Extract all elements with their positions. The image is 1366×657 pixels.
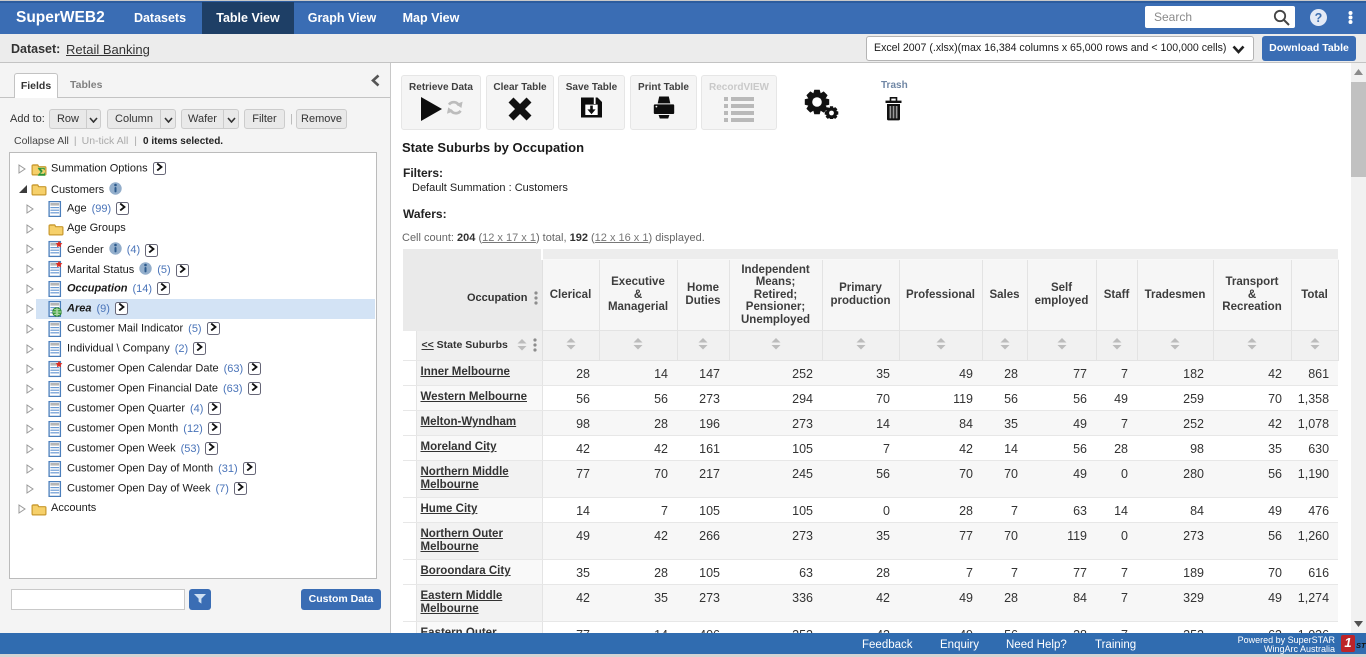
svg-text:?: ? bbox=[1315, 11, 1323, 25]
svg-text:Σ: Σ bbox=[38, 165, 46, 178]
